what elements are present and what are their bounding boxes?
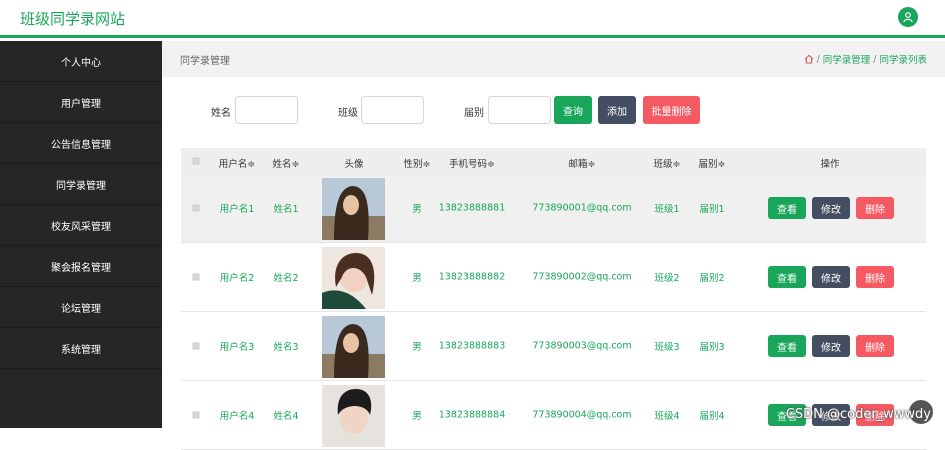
cell-name: 姓名3 — [273, 339, 298, 353]
site-title: 班级同学录网站 — [20, 8, 125, 29]
sidebar-item-classmates[interactable]: 同学录管理 — [0, 164, 162, 205]
delete-button[interactable]: 删除 — [856, 335, 894, 357]
user-icon[interactable] — [898, 7, 918, 27]
view-button[interactable]: 查看 — [768, 197, 806, 219]
grade-input[interactable] — [488, 96, 551, 124]
avatar — [322, 385, 385, 447]
sidebar-item-announcements[interactable]: 公告信息管理 — [0, 123, 162, 164]
name-input[interactable] — [235, 96, 298, 124]
row-checkbox[interactable] — [193, 412, 200, 419]
query-button[interactable]: 查询 — [554, 96, 592, 124]
sidebar-item-label: 同学录管理 — [56, 177, 106, 192]
col-email[interactable]: 邮箱≑ — [569, 156, 596, 170]
cell-name: 姓名1 — [273, 201, 298, 215]
sidebar-item-label: 系统管理 — [61, 341, 101, 356]
col-actions: 操作 — [820, 156, 839, 170]
cell-gender: 男 — [412, 270, 422, 284]
cell-gender: 男 — [412, 339, 422, 353]
cell-grade: 届别3 — [699, 339, 724, 353]
edit-button[interactable]: 修改 — [812, 266, 850, 288]
cell-username: 用户名4 — [220, 408, 255, 422]
col-name[interactable]: 姓名≑ — [273, 156, 300, 170]
cell-username: 用户名2 — [220, 270, 255, 284]
page-title: 同学录管理 — [180, 52, 230, 67]
delete-button[interactable]: 删除 — [856, 197, 894, 219]
avatar — [322, 316, 385, 378]
search-bar: 姓名 班级 届别 查询 添加 批量删除 — [162, 96, 945, 126]
edit-button[interactable]: 修改 — [812, 197, 850, 219]
batch-delete-button[interactable]: 批量删除 — [643, 96, 700, 124]
cell-email: 773890003@qq.com — [532, 341, 631, 352]
cell-phone: 13823888882 — [439, 272, 506, 283]
breadcrumb-item[interactable]: 同学录列表 — [879, 52, 927, 66]
cell-class: 班级4 — [654, 408, 679, 422]
class-input[interactable] — [361, 96, 424, 124]
cell-phone: 13823888881 — [439, 203, 506, 214]
sidebar-item-reunion[interactable]: 聚会报名管理 — [0, 246, 162, 287]
row-checkbox[interactable] — [193, 274, 200, 281]
cell-gender: 男 — [412, 201, 422, 215]
sidebar-item-label: 论坛管理 — [61, 300, 101, 315]
select-all-checkbox[interactable] — [193, 158, 200, 165]
sidebar: 个人中心 用户管理 公告信息管理 同学录管理 校友风采管理 聚会报名管理 论坛管… — [0, 41, 162, 428]
col-phone[interactable]: 手机号码≑ — [449, 156, 495, 170]
sidebar-item-label: 公告信息管理 — [51, 136, 111, 151]
breadcrumb-bar: 同学录管理 / 同学录管理 / 同学录列表 — [162, 41, 945, 77]
top-header: 班级同学录网站 — [0, 0, 945, 38]
table-row: 用户名1 姓名1 男 13823888881 773890001@qq.com … — [181, 174, 926, 243]
table-row: 用户名3 姓名3 男 13823888883 773890003@qq.com … — [181, 312, 926, 381]
breadcrumb: / 同学录管理 / 同学录列表 — [804, 52, 927, 66]
sidebar-item-label: 个人中心 — [61, 54, 101, 69]
cell-grade: 届别1 — [699, 201, 724, 215]
view-button[interactable]: 查看 — [768, 266, 806, 288]
col-grade[interactable]: 届别≑ — [699, 156, 726, 170]
cell-class: 班级1 — [654, 201, 679, 215]
breadcrumb-separator: / — [873, 54, 876, 65]
classmates-table: 用户名≑ 姓名≑ 头像 性别≑ 手机号码≑ 邮箱≑ 班级≑ 届别≑ 操作 用户名… — [181, 148, 926, 450]
watermark: CSDN @coder_wwwdy — [786, 407, 931, 422]
grade-label: 届别 — [464, 104, 484, 119]
add-button[interactable]: 添加 — [598, 96, 636, 124]
table-header: 用户名≑ 姓名≑ 头像 性别≑ 手机号码≑ 邮箱≑ 班级≑ 届别≑ 操作 — [181, 148, 926, 174]
cell-username: 用户名1 — [220, 201, 255, 215]
view-button[interactable]: 查看 — [768, 335, 806, 357]
cell-phone: 13823888883 — [439, 341, 506, 352]
avatar — [322, 247, 385, 309]
cell-name: 姓名4 — [273, 408, 298, 422]
col-class[interactable]: 班级≑ — [654, 156, 681, 170]
cell-name: 姓名2 — [273, 270, 298, 284]
delete-button[interactable]: 删除 — [856, 266, 894, 288]
sidebar-item-users[interactable]: 用户管理 — [0, 82, 162, 123]
cell-email: 773890002@qq.com — [532, 272, 631, 283]
table-row: 用户名2 姓名2 男 13823888882 773890002@qq.com … — [181, 243, 926, 312]
cell-email: 773890001@qq.com — [532, 203, 631, 214]
breadcrumb-item[interactable]: 同学录管理 — [823, 52, 871, 66]
avatar — [322, 178, 385, 240]
breadcrumb-separator: / — [817, 54, 820, 65]
cell-class: 班级2 — [654, 270, 679, 284]
sidebar-item-personal[interactable]: 个人中心 — [0, 41, 162, 82]
cell-gender: 男 — [412, 408, 422, 422]
cell-class: 班级3 — [654, 339, 679, 353]
sidebar-item-label: 聚会报名管理 — [51, 259, 111, 274]
sidebar-item-forum[interactable]: 论坛管理 — [0, 287, 162, 328]
cell-grade: 届别2 — [699, 270, 724, 284]
sidebar-item-label: 用户管理 — [61, 95, 101, 110]
cell-username: 用户名3 — [220, 339, 255, 353]
row-checkbox[interactable] — [193, 343, 200, 350]
cell-email: 773890004@qq.com — [532, 410, 631, 421]
col-gender[interactable]: 性别≑ — [404, 156, 431, 170]
col-username[interactable]: 用户名≑ — [219, 156, 255, 170]
class-label: 班级 — [338, 104, 358, 119]
edit-button[interactable]: 修改 — [812, 335, 850, 357]
name-label: 姓名 — [211, 104, 231, 119]
cell-phone: 13823888884 — [439, 410, 506, 421]
cell-grade: 届别4 — [699, 408, 724, 422]
home-icon[interactable] — [804, 54, 814, 64]
sidebar-item-system[interactable]: 系统管理 — [0, 328, 162, 369]
col-avatar: 头像 — [344, 156, 363, 170]
row-checkbox[interactable] — [193, 205, 200, 212]
sidebar-item-alumni[interactable]: 校友风采管理 — [0, 205, 162, 246]
sidebar-item-label: 校友风采管理 — [51, 218, 111, 233]
